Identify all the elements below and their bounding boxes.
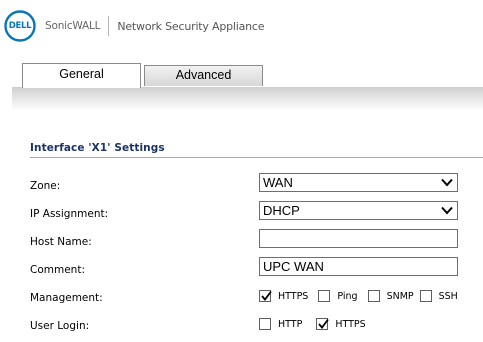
- comment-input[interactable]: UPC WAN: [259, 257, 458, 276]
- chevron-down-icon: [441, 178, 453, 187]
- management-ssh-checkbox[interactable]: [419, 290, 432, 302]
- chevron-down-icon: [441, 206, 453, 215]
- management-https-label: HTTPS: [278, 290, 309, 302]
- ip-assignment-label: IP Assignment:: [30, 208, 109, 220]
- management-ping-checkbox[interactable]: [318, 290, 331, 302]
- management-label: Management:: [30, 292, 103, 304]
- management-snmp-checkbox[interactable]: [367, 290, 380, 302]
- zone-label: Zone:: [30, 180, 61, 192]
- user-login-http-label: HTTP: [278, 318, 303, 330]
- management-https-checkbox[interactable]: [259, 290, 272, 302]
- user-login-http-checkbox[interactable]: [259, 318, 271, 330]
- section-divider: [30, 157, 483, 158]
- logo-text: DELL: [8, 21, 32, 31]
- zone-select-value: WAN: [263, 175, 293, 190]
- host-name-input[interactable]: [259, 229, 458, 248]
- checkmark-icon: [261, 290, 272, 301]
- tab-band: [12, 87, 483, 111]
- header-branding: DELL SonicWALL Network Security Applianc…: [4, 8, 265, 44]
- section-title: Interface 'X1' Settings: [30, 142, 165, 154]
- management-ping-label: Ping: [337, 290, 358, 302]
- tab-general[interactable]: General: [22, 63, 141, 88]
- management-snmp-label: SNMP: [386, 290, 414, 302]
- product-name: Network Security Appliance: [117, 19, 265, 33]
- management-ssh-label: SSH: [438, 290, 458, 302]
- brand-name: SonicWALL: [45, 20, 101, 32]
- user-login-options: HTTP HTTPS: [259, 318, 366, 330]
- user-login-https-label: HTTPS: [335, 318, 366, 330]
- tab-advanced[interactable]: Advanced: [144, 65, 263, 86]
- zone-select[interactable]: WAN: [259, 173, 458, 192]
- checkmark-icon: [318, 318, 330, 329]
- brand-divider: [108, 16, 110, 36]
- user-login-label: User Login:: [30, 320, 90, 332]
- ip-assignment-select[interactable]: DHCP: [259, 201, 458, 220]
- management-options: HTTPS Ping SNMP SSH: [259, 290, 458, 302]
- dell-logo: DELL: [4, 10, 36, 42]
- host-name-label: Host Name:: [30, 236, 92, 248]
- user-login-https-checkbox[interactable]: [316, 318, 330, 330]
- comment-label: Comment:: [30, 264, 85, 276]
- ip-assignment-select-value: DHCP: [263, 203, 300, 218]
